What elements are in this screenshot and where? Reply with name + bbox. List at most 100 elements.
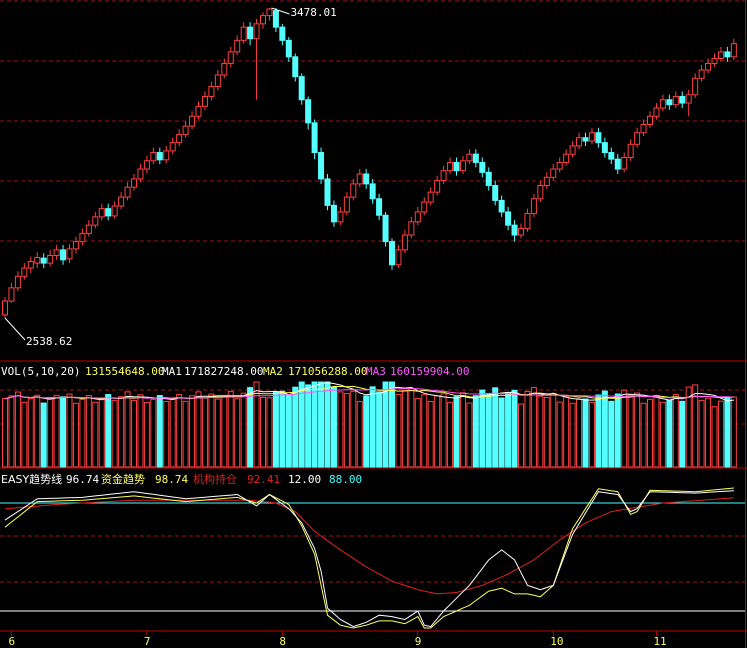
x-tick-label: 6 bbox=[8, 635, 15, 648]
candle-body bbox=[576, 137, 583, 147]
volume-bar bbox=[601, 390, 608, 468]
volume-bar bbox=[543, 396, 550, 468]
volume-bar bbox=[524, 390, 531, 468]
volume-bar bbox=[131, 399, 137, 468]
volume-bar bbox=[647, 398, 653, 468]
volume-bar bbox=[395, 393, 402, 468]
candle-body bbox=[318, 152, 325, 180]
volume-bar bbox=[318, 381, 325, 468]
volume-bar bbox=[72, 402, 79, 468]
candle-body bbox=[330, 204, 337, 223]
volume-bar bbox=[330, 386, 337, 468]
candle-body bbox=[253, 23, 260, 40]
stock-chart: 3478.01 2538.62 VOL(5,10,20) 131554648.0… bbox=[0, 0, 747, 648]
volume-bar bbox=[189, 395, 196, 468]
candle-body bbox=[279, 26, 286, 41]
x-tick-label: 11 bbox=[653, 635, 666, 648]
candle-body bbox=[440, 170, 447, 182]
volume-bar bbox=[150, 398, 157, 468]
candle-body bbox=[511, 224, 518, 236]
volume-bar bbox=[2, 398, 8, 468]
candle-body bbox=[550, 168, 557, 178]
volume-bar bbox=[530, 387, 537, 468]
volume-bar bbox=[434, 395, 441, 468]
level-low-value: 12.00 bbox=[288, 473, 321, 486]
candle-body bbox=[227, 51, 234, 64]
candle-body bbox=[272, 10, 279, 28]
volume-ma3-label: MA3 bbox=[366, 365, 386, 378]
x-tick-label: 10 bbox=[550, 635, 563, 648]
x-tick-label: 9 bbox=[415, 635, 422, 648]
candle-body bbox=[563, 153, 570, 163]
candle-body bbox=[543, 176, 550, 187]
volume-bar bbox=[440, 393, 447, 468]
candle-body bbox=[14, 275, 21, 289]
candle-body bbox=[34, 256, 41, 264]
volume-bar bbox=[369, 386, 376, 468]
max-price-label: 3478.01 bbox=[290, 6, 336, 19]
volume-bar bbox=[608, 400, 615, 468]
candle-body bbox=[214, 74, 221, 88]
volume-bar bbox=[711, 406, 718, 468]
candle-body bbox=[343, 196, 350, 213]
volume-bar bbox=[66, 393, 73, 468]
volume-ma1-value: 171827248.00 bbox=[184, 365, 263, 378]
candle-body bbox=[169, 142, 176, 152]
candle-body bbox=[298, 76, 305, 101]
candle-body bbox=[427, 191, 434, 203]
candle-body bbox=[66, 248, 73, 260]
volume-bar bbox=[266, 397, 273, 468]
volume-ma3-value: 160159904.00 bbox=[390, 365, 469, 378]
x-tick-label: 8 bbox=[279, 635, 286, 648]
candle-body bbox=[8, 287, 15, 302]
candle-body bbox=[421, 201, 428, 213]
candle-body bbox=[453, 161, 460, 172]
candle-body bbox=[189, 115, 196, 127]
candle-body bbox=[730, 43, 737, 58]
candle-body bbox=[595, 132, 602, 144]
volume-bar bbox=[376, 391, 383, 468]
volume-bar bbox=[156, 395, 163, 468]
volume-bar bbox=[382, 381, 389, 468]
volume-bar bbox=[137, 394, 144, 468]
candle-body bbox=[21, 267, 28, 277]
candle bbox=[324, 173, 331, 211]
candle-body bbox=[569, 145, 576, 155]
candle-body bbox=[79, 232, 86, 243]
candle-body bbox=[414, 211, 421, 223]
candle-body bbox=[679, 95, 686, 104]
level-high-value: 88.00 bbox=[329, 473, 362, 486]
candle-body bbox=[195, 105, 202, 117]
volume-bar bbox=[550, 393, 557, 468]
volume-bar bbox=[98, 397, 105, 468]
volume-bar bbox=[240, 392, 247, 468]
volume-bar bbox=[717, 400, 724, 468]
candle-body bbox=[640, 123, 647, 134]
volume-bar bbox=[408, 387, 415, 468]
candle-body bbox=[85, 224, 92, 234]
candle-body bbox=[53, 249, 60, 257]
volume-bar bbox=[447, 401, 454, 468]
candle-body bbox=[537, 185, 544, 200]
candle-body bbox=[472, 153, 479, 163]
volume-bar bbox=[685, 386, 692, 468]
volume-bar bbox=[247, 387, 254, 468]
volume-bar bbox=[421, 394, 428, 468]
candle-body bbox=[2, 300, 8, 316]
volume-bar bbox=[556, 401, 563, 468]
volume-bar bbox=[201, 397, 208, 468]
candle-body bbox=[382, 214, 389, 243]
volume-bar bbox=[427, 401, 434, 468]
candle-body bbox=[588, 132, 595, 142]
volume-bar bbox=[511, 389, 518, 468]
candle-body bbox=[376, 198, 383, 216]
candle-body bbox=[369, 183, 376, 200]
candle-body bbox=[337, 211, 344, 223]
volume-bar bbox=[576, 398, 583, 468]
candle-body bbox=[530, 198, 537, 215]
volume-bar bbox=[272, 391, 279, 468]
candle-body bbox=[105, 208, 112, 217]
volume-bar bbox=[621, 389, 628, 468]
candle-body bbox=[240, 26, 247, 41]
candle-body bbox=[311, 122, 318, 154]
